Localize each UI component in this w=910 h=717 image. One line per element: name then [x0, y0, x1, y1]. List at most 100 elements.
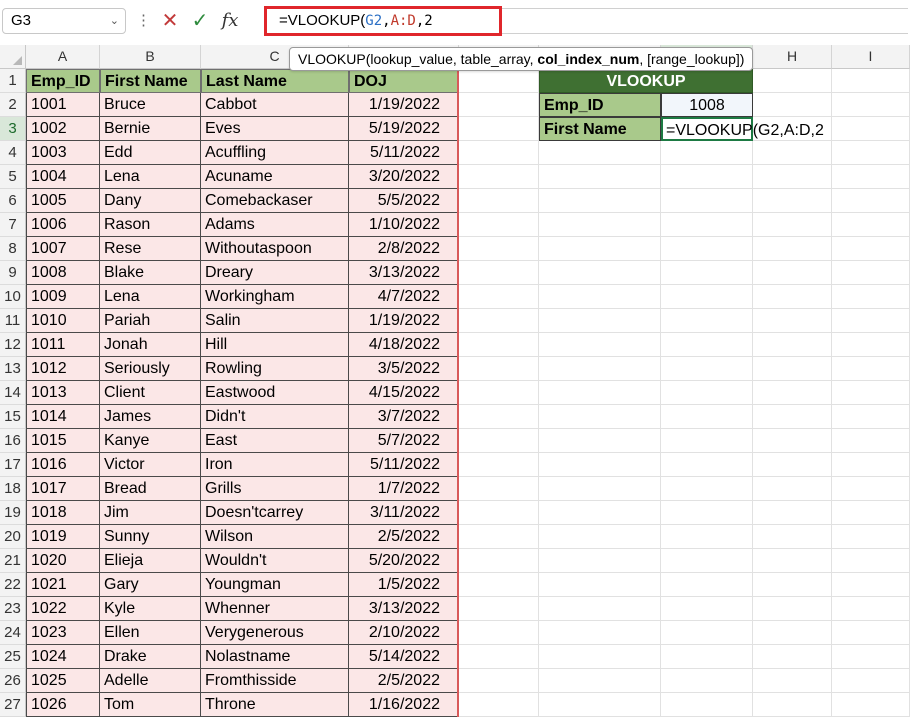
row-header-16[interactable]: 16: [0, 429, 26, 453]
column-header-a[interactable]: A: [26, 45, 100, 69]
cell-last-name[interactable]: Whenner: [201, 597, 349, 621]
more-options-icon[interactable]: ⋮: [136, 12, 151, 30]
cell-last-name[interactable]: East: [201, 429, 349, 453]
header-doj[interactable]: DOJ: [349, 69, 459, 93]
cell-first-name[interactable]: Elieja: [100, 549, 201, 573]
cell-doj[interactable]: 1/16/2022: [349, 693, 459, 717]
row-header-23[interactable]: 23: [0, 597, 26, 621]
column-header-i[interactable]: I: [832, 45, 910, 69]
row-header-17[interactable]: 17: [0, 453, 26, 477]
cell-first-name[interactable]: Sunny: [100, 525, 201, 549]
select-all-button[interactable]: [0, 45, 26, 69]
vlookup-title[interactable]: VLOOKUP: [539, 69, 753, 93]
cell-first-name[interactable]: Lena: [100, 165, 201, 189]
cell-doj[interactable]: 4/7/2022: [349, 285, 459, 309]
cell-last-name[interactable]: Nolastname: [201, 645, 349, 669]
cell-emp-id[interactable]: 1011: [26, 333, 100, 357]
cell-last-name[interactable]: Comebackaser: [201, 189, 349, 213]
cell-last-name[interactable]: Rowling: [201, 357, 349, 381]
cell-last-name[interactable]: Fromthisside: [201, 669, 349, 693]
row-header-14[interactable]: 14: [0, 381, 26, 405]
cell-emp-id[interactable]: 1001: [26, 93, 100, 117]
cell-first-name[interactable]: Bread: [100, 477, 201, 501]
cell-emp-id[interactable]: 1007: [26, 237, 100, 261]
cell-doj[interactable]: 3/13/2022: [349, 597, 459, 621]
cell-emp-id[interactable]: 1014: [26, 405, 100, 429]
row-header-5[interactable]: 5: [0, 165, 26, 189]
cell-doj[interactable]: 3/7/2022: [349, 405, 459, 429]
header-first-name[interactable]: First Name: [100, 69, 201, 93]
cell-first-name[interactable]: Dany: [100, 189, 201, 213]
cell-first-name[interactable]: Tom: [100, 693, 201, 717]
row-header-20[interactable]: 20: [0, 525, 26, 549]
cell-emp-id[interactable]: 1022: [26, 597, 100, 621]
cell-emp-id[interactable]: 1026: [26, 693, 100, 717]
row-header-10[interactable]: 10: [0, 285, 26, 309]
cell-emp-id[interactable]: 1018: [26, 501, 100, 525]
cell-first-name[interactable]: Ellen: [100, 621, 201, 645]
cell-emp-id[interactable]: 1016: [26, 453, 100, 477]
cell-first-name[interactable]: Bruce: [100, 93, 201, 117]
cell-doj[interactable]: 5/11/2022: [349, 453, 459, 477]
enter-icon[interactable]: ✓: [188, 10, 212, 34]
cell-first-name[interactable]: Kanye: [100, 429, 201, 453]
row-header-18[interactable]: 18: [0, 477, 26, 501]
cell-last-name[interactable]: Dreary: [201, 261, 349, 285]
cell-last-name[interactable]: Wilson: [201, 525, 349, 549]
cell-emp-id[interactable]: 1023: [26, 621, 100, 645]
cell-emp-id[interactable]: 1024: [26, 645, 100, 669]
row-header-8[interactable]: 8: [0, 237, 26, 261]
cell-last-name[interactable]: Throne: [201, 693, 349, 717]
row-header-4[interactable]: 4: [0, 141, 26, 165]
row-header-1[interactable]: 1: [0, 69, 26, 93]
cell-emp-id[interactable]: 1010: [26, 309, 100, 333]
formula-bar-extension[interactable]: [502, 8, 908, 34]
row-header-9[interactable]: 9: [0, 261, 26, 285]
cancel-icon[interactable]: ✕: [158, 10, 182, 34]
cell-emp-id[interactable]: 1012: [26, 357, 100, 381]
first-name-label[interactable]: First Name: [539, 117, 661, 141]
cell-emp-id[interactable]: 1009: [26, 285, 100, 309]
cell-last-name[interactable]: Didn't: [201, 405, 349, 429]
cell-doj[interactable]: 5/14/2022: [349, 645, 459, 669]
cell-last-name[interactable]: Eastwood: [201, 381, 349, 405]
row-header-26[interactable]: 26: [0, 669, 26, 693]
cell-emp-id[interactable]: 1008: [26, 261, 100, 285]
cell-first-name[interactable]: Pariah: [100, 309, 201, 333]
cell-doj[interactable]: 1/19/2022: [349, 93, 459, 117]
cell-first-name[interactable]: Victor: [100, 453, 201, 477]
row-header-6[interactable]: 6: [0, 189, 26, 213]
cell-doj[interactable]: 2/8/2022: [349, 237, 459, 261]
cell-emp-id[interactable]: 1019: [26, 525, 100, 549]
chevron-down-icon[interactable]: ⌄: [110, 9, 119, 33]
cell-last-name[interactable]: Youngman: [201, 573, 349, 597]
row-header-21[interactable]: 21: [0, 549, 26, 573]
cell-last-name[interactable]: Withoutaspoon: [201, 237, 349, 261]
formula-input[interactable]: =VLOOKUP(G2,A:D,2: [264, 6, 502, 36]
cell-first-name[interactable]: Jim: [100, 501, 201, 525]
cell-doj[interactable]: 3/20/2022: [349, 165, 459, 189]
header-emp-id[interactable]: Emp_ID: [26, 69, 100, 93]
row-header-25[interactable]: 25: [0, 645, 26, 669]
cell-last-name[interactable]: Acuname: [201, 165, 349, 189]
cell-first-name[interactable]: Rason: [100, 213, 201, 237]
cell-first-name[interactable]: James: [100, 405, 201, 429]
row-header-12[interactable]: 12: [0, 333, 26, 357]
cell-first-name[interactable]: Rese: [100, 237, 201, 261]
cell-last-name[interactable]: Hill: [201, 333, 349, 357]
cell-last-name[interactable]: Acuffling: [201, 141, 349, 165]
cell-doj[interactable]: 3/5/2022: [349, 357, 459, 381]
cell-first-name[interactable]: Jonah: [100, 333, 201, 357]
header-last-name[interactable]: Last Name: [201, 69, 349, 93]
name-box[interactable]: G3 ⌄: [2, 8, 126, 34]
cell-first-name[interactable]: Kyle: [100, 597, 201, 621]
cell-first-name[interactable]: Gary: [100, 573, 201, 597]
emp-id-label[interactable]: Emp_ID: [539, 93, 661, 117]
cell-doj[interactable]: 2/5/2022: [349, 669, 459, 693]
cell-doj[interactable]: 5/7/2022: [349, 429, 459, 453]
cell-first-name[interactable]: Bernie: [100, 117, 201, 141]
cell-last-name[interactable]: Salin: [201, 309, 349, 333]
cell-doj[interactable]: 3/13/2022: [349, 261, 459, 285]
column-header-h[interactable]: H: [753, 45, 832, 69]
cell-emp-id[interactable]: 1017: [26, 477, 100, 501]
